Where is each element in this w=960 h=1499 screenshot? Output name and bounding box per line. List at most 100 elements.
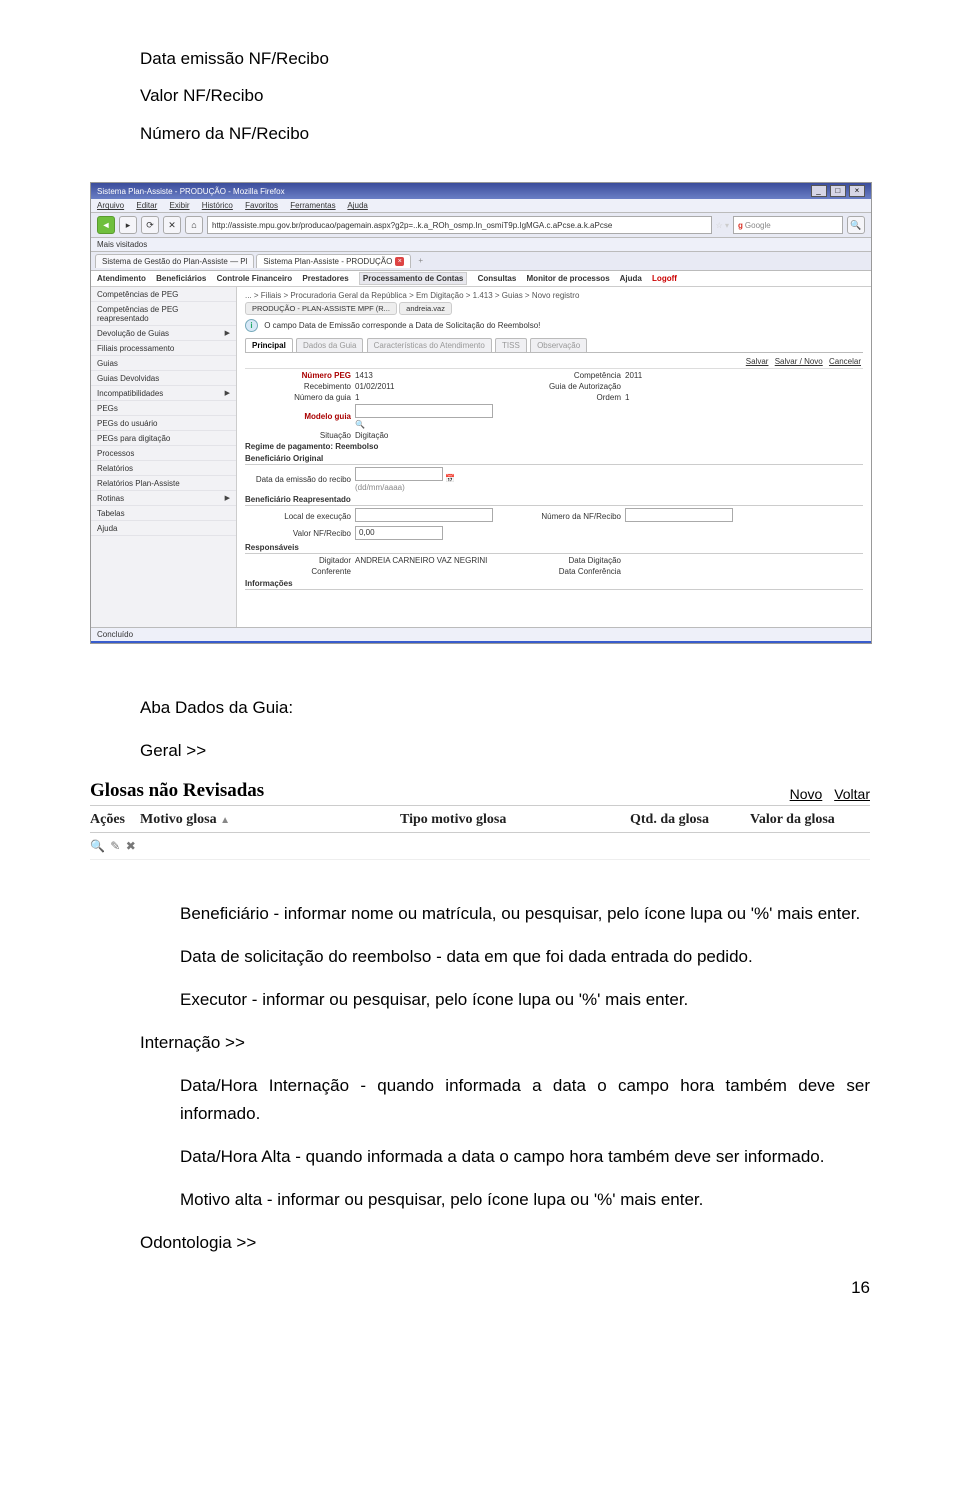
- appmenu-ajuda[interactable]: Ajuda: [620, 274, 642, 283]
- browser-status-bar: Concluído: [91, 627, 871, 641]
- save-link[interactable]: Salvar: [746, 357, 769, 366]
- close-tab-icon[interactable]: ×: [395, 257, 404, 266]
- grid-novo-link[interactable]: Novo: [790, 786, 823, 802]
- appmenu-prestadores[interactable]: Prestadores: [302, 274, 348, 283]
- tab-principal[interactable]: Principal: [245, 338, 293, 352]
- forward-button[interactable]: ▸: [119, 216, 137, 234]
- glosas-grid: Glosas não Revisadas Novo Voltar Ações M…: [90, 780, 870, 860]
- minimize-button[interactable]: _: [811, 185, 827, 197]
- sort-asc-icon[interactable]: ▲: [220, 815, 230, 826]
- col-qtd[interactable]: Qtd. da glosa: [630, 812, 750, 828]
- grid-title: Glosas não Revisadas: [90, 780, 264, 802]
- pill-producao[interactable]: PRODUÇÃO - PLAN-ASSISTE MPF (R...: [245, 302, 397, 315]
- row-delete-icon[interactable]: ✖: [126, 839, 136, 853]
- tab-tiss[interactable]: TISS: [495, 338, 527, 352]
- sidebar-item-pegs-digitacao[interactable]: PEGs para digitação: [91, 431, 236, 446]
- menu-ajuda[interactable]: Ajuda: [347, 201, 367, 210]
- lbl-numero-peg: Número PEG: [245, 371, 355, 380]
- sidebar-item-filiais-proc[interactable]: Filiais processamento: [91, 341, 236, 356]
- maximize-button[interactable]: □: [830, 185, 846, 197]
- input-data-emissao[interactable]: [355, 467, 443, 481]
- input-modelo-guia[interactable]: [355, 404, 493, 418]
- tab-observacao[interactable]: Observação: [530, 338, 587, 352]
- close-button[interactable]: ×: [849, 185, 865, 197]
- form-tabs: Principal Dados da Guia Características …: [245, 338, 863, 353]
- menu-ferramentas[interactable]: Ferramentas: [290, 201, 335, 210]
- col-tipo[interactable]: Tipo motivo glosa: [400, 812, 630, 828]
- firefox-menubar: Arquivo Editar Exibir Histórico Favorito…: [91, 199, 871, 213]
- input-valor-nf[interactable]: 0,00: [355, 526, 443, 540]
- menu-exibir[interactable]: Exibir: [170, 201, 190, 210]
- input-local-exec[interactable]: [355, 508, 493, 522]
- sidebar-item-rotinas[interactable]: Rotinas▶: [91, 491, 236, 506]
- sidebar-item-pegs[interactable]: PEGs: [91, 401, 236, 416]
- section-beneficiario-reap: Beneficiário Reapresentado: [245, 495, 863, 506]
- search-bar[interactable]: g Google: [733, 216, 843, 234]
- reload-button[interactable]: ⟳: [141, 216, 159, 234]
- sidebar-item-relatorios[interactable]: Relatórios: [91, 461, 236, 476]
- sidebar-item-devolucao-guias[interactable]: Devolução de Guias▶: [91, 326, 236, 341]
- val-ordem: 1: [625, 393, 745, 402]
- sidebar-item-ajuda[interactable]: Ajuda: [91, 521, 236, 536]
- stop-button[interactable]: ✕: [163, 216, 181, 234]
- line-numero-nf: Número da NF/Recibo: [140, 115, 870, 152]
- tab-gestao[interactable]: Sistema de Gestão do Plan-Assiste — Pl: [95, 254, 254, 268]
- row-search-icon[interactable]: 🔍: [90, 839, 105, 853]
- cancel-link[interactable]: Cancelar: [829, 357, 861, 366]
- tab-caracteristicas[interactable]: Características do Atendimento: [367, 338, 492, 352]
- sidebar-item-pegs-usuario[interactable]: PEGs do usuário: [91, 416, 236, 431]
- search-placeholder: Google: [745, 221, 771, 230]
- appmenu-financeiro[interactable]: Controle Financeiro: [217, 274, 293, 283]
- lbl-local-exec: Local de execução: [245, 512, 355, 521]
- tab-label-0: Sistema de Gestão do Plan-Assiste — Pl: [102, 257, 247, 266]
- appmenu-processamento[interactable]: Processamento de Contas: [359, 272, 467, 285]
- url-bar[interactable]: http://assiste.mpu.gov.br/producao/pagem…: [207, 216, 712, 234]
- section-informacoes: Informações: [245, 579, 863, 590]
- calendar-icon[interactable]: 📅: [445, 474, 455, 483]
- col-valor[interactable]: Valor da glosa: [750, 812, 870, 828]
- tab-producao[interactable]: Sistema Plan-Assiste - PRODUÇÃO ×: [256, 254, 411, 268]
- appmenu-atendimento[interactable]: Atendimento: [97, 274, 146, 283]
- sidebar-item-competencias-reap[interactable]: Competências de PEG reapresentado: [91, 302, 236, 326]
- menu-historico[interactable]: Histórico: [202, 201, 233, 210]
- lbl-data-emissao: Data da emissão do recibo: [245, 475, 355, 484]
- breadcrumb[interactable]: ... > Filiais > Procuradoria Geral da Re…: [245, 291, 863, 300]
- save-new-link[interactable]: Salvar / Novo: [775, 357, 823, 366]
- back-button[interactable]: ◄: [97, 216, 115, 234]
- sidebar-item-guias[interactable]: Guias: [91, 356, 236, 371]
- sidebar-item-competencias-peg[interactable]: Competências de PEG: [91, 287, 236, 302]
- aba-dados-label: Aba Dados da Guia:: [140, 694, 870, 723]
- input-numero-nf[interactable]: [625, 508, 733, 522]
- appmenu-monitor[interactable]: Monitor de processos: [527, 274, 610, 283]
- section-beneficiario-original: Beneficiário Original: [245, 454, 863, 465]
- notice-bar: i O campo Data de Emissão corresponde a …: [245, 319, 863, 332]
- search-go-icon[interactable]: 🔍: [847, 216, 865, 234]
- sidebar-item-tabelas[interactable]: Tabelas: [91, 506, 236, 521]
- bookmarks-label[interactable]: Mais visitados: [97, 240, 147, 249]
- lbl-guia-autoriz: Guia de Autorização: [505, 382, 625, 391]
- bookmarks-bar[interactable]: Mais visitados: [91, 238, 871, 252]
- new-tab-button[interactable]: +: [413, 254, 428, 268]
- home-button[interactable]: ⌂: [185, 216, 203, 234]
- grid-header: Ações Motivo glosa ▲ Tipo motivo glosa Q…: [90, 806, 870, 833]
- appmenu-beneficiarios[interactable]: Beneficiários: [156, 274, 206, 283]
- lookup-icon[interactable]: 🔍: [355, 420, 365, 429]
- row-edit-icon[interactable]: ✎: [110, 839, 120, 853]
- appmenu-consultas[interactable]: Consultas: [478, 274, 517, 283]
- grid-voltar-link[interactable]: Voltar: [834, 786, 870, 802]
- sidebar-item-guias-devolvidas[interactable]: Guias Devolvidas: [91, 371, 236, 386]
- menu-editar[interactable]: Editar: [136, 201, 157, 210]
- menu-favoritos[interactable]: Favoritos: [245, 201, 278, 210]
- sidebar-item-relatorios-plan[interactable]: Relatórios Plan-Assiste: [91, 476, 236, 491]
- sidebar-item-incompatibilidades[interactable]: Incompatibilidades▶: [91, 386, 236, 401]
- logoff-link[interactable]: Logoff: [652, 274, 677, 283]
- sidebar-item-processos[interactable]: Processos: [91, 446, 236, 461]
- prose-odontologia: Odontologia >>: [140, 1229, 870, 1258]
- lbl-competencia: Competência: [505, 371, 625, 380]
- pill-user[interactable]: andreia.vaz: [399, 302, 452, 315]
- menu-arquivo[interactable]: Arquivo: [97, 201, 124, 210]
- grid-row: 🔍 ✎ ✖: [90, 833, 870, 860]
- tab-dados-guia[interactable]: Dados da Guia: [296, 338, 363, 352]
- prose-beneficiario: Beneficiário - informar nome ou matrícul…: [140, 900, 870, 929]
- col-motivo[interactable]: Motivo glosa ▲: [140, 812, 400, 828]
